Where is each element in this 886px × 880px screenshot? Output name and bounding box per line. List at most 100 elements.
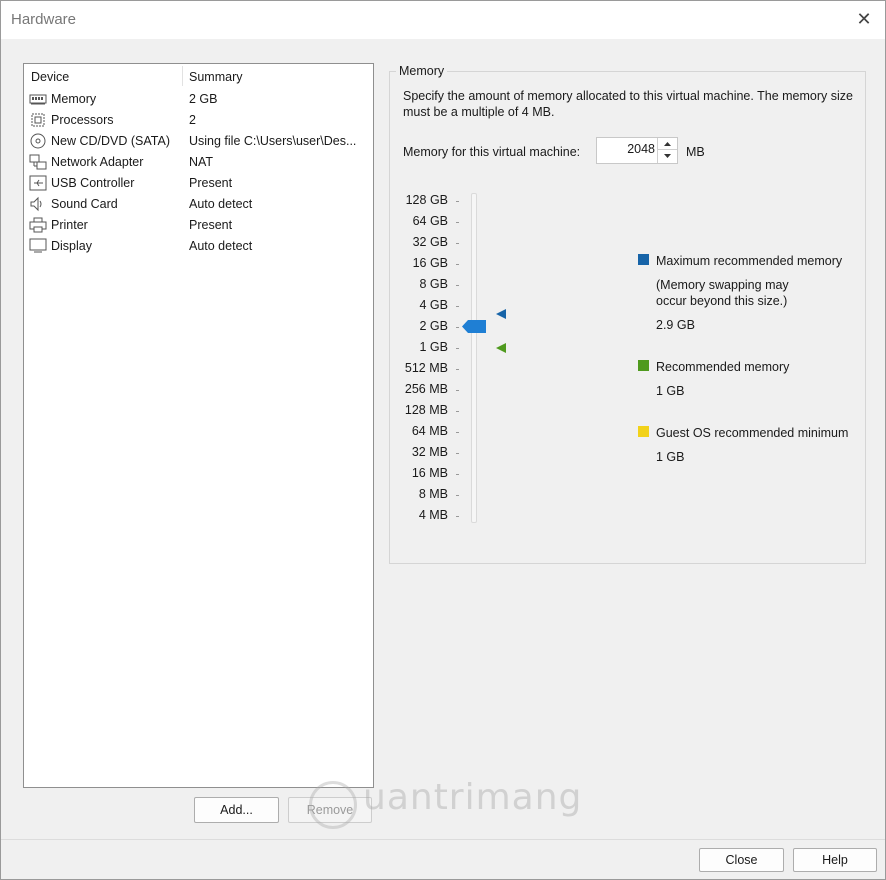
scale-label: 8 MB [418,487,448,501]
scale-tick [456,306,459,307]
device-name: Sound Card [51,197,118,211]
scale-label: 2 GB [419,319,449,333]
scale-tick [456,201,459,202]
scale-label: 128 MB [404,403,448,417]
scale-tick [456,390,459,391]
device-name: Processors [51,113,114,127]
column-divider[interactable] [182,66,183,86]
scale-tick [456,369,459,370]
scale-label: 32 GB [412,235,448,249]
title-bar: Hardware ✕ [1,1,885,39]
memory-icon [29,91,47,107]
display-icon [29,238,47,254]
device-row-network-adapter[interactable]: Network Adapter NAT [24,152,373,173]
memory-stepper[interactable]: 2048 [596,137,678,164]
scale-tick [456,516,459,517]
memory-slider-thumb[interactable] [462,320,486,333]
device-summary: Present [189,176,233,190]
column-header-summary[interactable]: Summary [189,70,242,84]
memory-input[interactable]: 2048 [597,142,655,156]
device-summary: Present [189,218,233,232]
scale-label: 64 GB [412,214,448,228]
scale-tick [456,432,459,433]
footer-divider [1,839,885,840]
device-summary: Auto detect [189,239,253,253]
scale-label: 64 MB [411,424,448,438]
device-row-display[interactable]: Display Auto detect [24,236,373,257]
device-row-memory[interactable]: Memory 2 GB [24,89,373,110]
device-row-cd-dvd[interactable]: New CD/DVD (SATA) Using file C:\Users\us… [24,131,373,152]
device-summary: NAT [189,155,214,169]
scale-tick [456,222,459,223]
stepper-buttons [657,138,677,163]
scale-tick [456,411,459,412]
recommended-swatch [638,360,649,371]
scale-label: 1 GB [419,340,449,354]
recommended-value: 1 GB [656,384,685,398]
scale-label: 4 GB [419,298,449,312]
memory-description: Specify the amount of memory allocated t… [403,89,853,119]
device-summary: Using file C:\Users\user\Des... [189,134,357,148]
scale-tick [456,453,459,454]
memory-unit-label: MB [686,145,705,159]
device-name: Printer [51,218,88,232]
device-row-processors[interactable]: Processors 2 [24,110,373,131]
memory-slider-track[interactable] [471,193,477,523]
device-row-printer[interactable]: Printer Present [24,215,373,236]
sound-icon [29,196,47,212]
device-name: New CD/DVD (SATA) [51,134,170,148]
close-button[interactable]: Close [699,848,784,872]
usb-icon [29,175,47,191]
guest-min-swatch [638,426,649,437]
device-name: USB Controller [51,176,135,190]
list-header: Device Summary [24,64,373,88]
printer-icon [29,217,47,233]
max-recommended-swatch [638,254,649,265]
decrement-button[interactable] [658,150,677,162]
help-button[interactable]: Help [793,848,877,872]
device-row-sound-card[interactable]: Sound Card Auto detect [24,194,373,215]
scale-label: 32 MB [411,445,448,459]
close-icon[interactable]: ✕ [855,10,873,28]
scale-label: 8 GB [419,277,449,291]
device-row-usb-controller[interactable]: USB Controller Present [24,173,373,194]
scale-label: 512 MB [404,361,448,375]
guest-min-value: 1 GB [656,450,685,464]
scale-label: 4 MB [418,508,448,522]
device-name: Network Adapter [51,155,144,169]
scale-tick [456,243,459,244]
add-button[interactable]: Add... [194,797,279,823]
recommended-marker-icon [495,342,507,354]
scale-label: 128 GB [405,193,448,207]
cd-dvd-icon [29,133,47,149]
scale-tick [456,327,459,328]
scale-tick [456,348,459,349]
max-recommended-label: Maximum recommended memory [656,254,843,268]
column-header-device[interactable]: Device [31,70,69,84]
scale-tick [456,495,459,496]
hardware-dialog: Hardware ✕ Device Summary Memory 2 GB Pr… [0,0,886,880]
max-recommended-value: 2.9 GB [656,318,695,332]
increment-button[interactable] [658,138,677,150]
device-name: Memory [51,92,97,106]
watermark-text: uantrimang [363,777,583,818]
device-name: Display [51,239,92,253]
network-adapter-icon [29,154,47,170]
chevron-down-icon [664,154,671,158]
max-recommended-marker-icon [495,308,507,320]
processor-icon [29,112,47,128]
device-summary: 2 [189,113,196,127]
memory-group-label: Memory [396,64,448,78]
scale-tick [456,474,459,475]
max-recommended-note-line1: (Memory swapping may [656,278,789,292]
device-list[interactable]: Device Summary Memory 2 GB Processors 2 … [23,63,374,788]
scale-label: 256 MB [404,382,448,396]
scale-tick [456,264,459,265]
scale-label: 16 MB [411,466,448,480]
window-title: Hardware [11,11,77,28]
scale-tick [456,285,459,286]
scale-label: 16 GB [412,256,448,270]
max-recommended-note-line2: occur beyond this size.) [656,294,788,308]
device-summary: 2 GB [189,92,218,106]
watermark-logo-icon [309,781,357,829]
